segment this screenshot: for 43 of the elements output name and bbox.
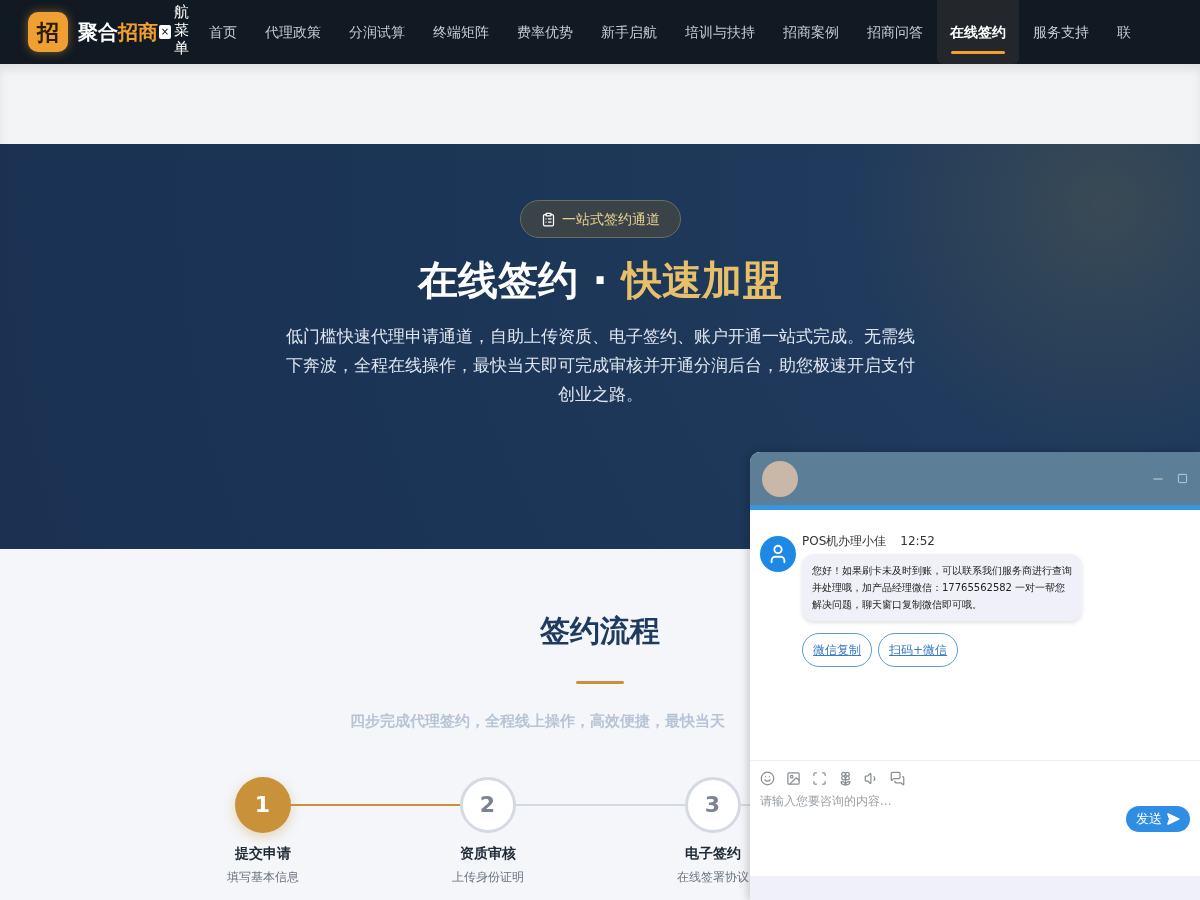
chat-bubbles-icon[interactable] <box>890 771 905 786</box>
emoji-icon[interactable] <box>760 771 775 786</box>
nav-tab[interactable]: 在线签约 <box>937 0 1019 64</box>
badge-text: 一站式签约通道 <box>561 209 660 229</box>
step-title: 电子签约 <box>684 843 741 863</box>
flower-icon[interactable] <box>838 771 853 786</box>
step-caption: 填写基本信息 <box>226 868 299 886</box>
step-title: 提交申请 <box>234 843 291 863</box>
brand-highlight-text: 招商 <box>118 19 158 46</box>
title-separator-text: · <box>592 260 608 300</box>
message-time: 12:52 <box>900 533 935 550</box>
screenshot-icon[interactable] <box>812 771 827 786</box>
message-bubble: 您好！如果刷卡未及时到账，可以联系我们服务商进行查询并处理哦，加产品经理微信：17765562582 一对一帮您解决问题，聊天窗口复制微信即可哦。 <box>802 554 1082 621</box>
nav-tab[interactable]: 培训与扶持 <box>671 0 769 64</box>
section-title: 签约流程 <box>540 612 660 650</box>
nav-tab[interactable]: 招商问答 <box>853 0 937 64</box>
sender-name: POS机办理小佳 <box>802 533 887 550</box>
hero-title-text: 在线签约 <box>418 260 579 300</box>
message-input[interactable]: 请输入您要咨询的内容... <box>760 792 1126 810</box>
nav-tab[interactable]: 服务支持 <box>1019 0 1103 64</box>
image-icon[interactable] <box>786 771 801 786</box>
hero-description: 低门槛快速代理申请通道，自助上传资质、电子签约、账户开通一站式完成。无需线下奔波，全程在线操作，最快当天即可完成审核并开通分润后台，助您极速开启支付创业之路。 <box>284 325 916 406</box>
nav-tab[interactable]: 代理政策 <box>251 0 335 64</box>
agent-avatar <box>762 460 798 497</box>
nav-tab[interactable]: 联 <box>1103 0 1145 64</box>
close-button[interactable]: × <box>159 25 171 39</box>
send-icon <box>1166 812 1180 826</box>
section-subtitle: 四步完成代理签约，全程线上操作，高效便捷，最快当天 <box>350 711 726 732</box>
nav-tab[interactable]: 终端矩阵 <box>419 0 503 64</box>
maximize-icon[interactable] <box>1177 473 1188 484</box>
step-caption: 在线签署协议 <box>676 868 749 886</box>
nav-tab[interactable]: 费率优势 <box>503 0 587 64</box>
logo-mark[interactable]: 招 <box>28 12 68 52</box>
nav-tab[interactable]: 新手启航 <box>587 0 671 64</box>
nav-tab[interactable]: 首页 <box>195 0 251 64</box>
step-caption: 上传身份证明 <box>451 868 524 886</box>
clipboard-icon <box>540 211 556 227</box>
hero-title-highlight-text: 快速加盟 <box>621 260 782 300</box>
menu-toggle-text[interactable]: 航菜单 <box>174 3 189 57</box>
step-title: 资质审核 <box>459 843 516 863</box>
nav-tab[interactable]: 招商案例 <box>769 0 853 64</box>
nav-tab[interactable]: 分润试算 <box>335 0 419 64</box>
brand-name-text: 聚合 <box>78 19 118 46</box>
